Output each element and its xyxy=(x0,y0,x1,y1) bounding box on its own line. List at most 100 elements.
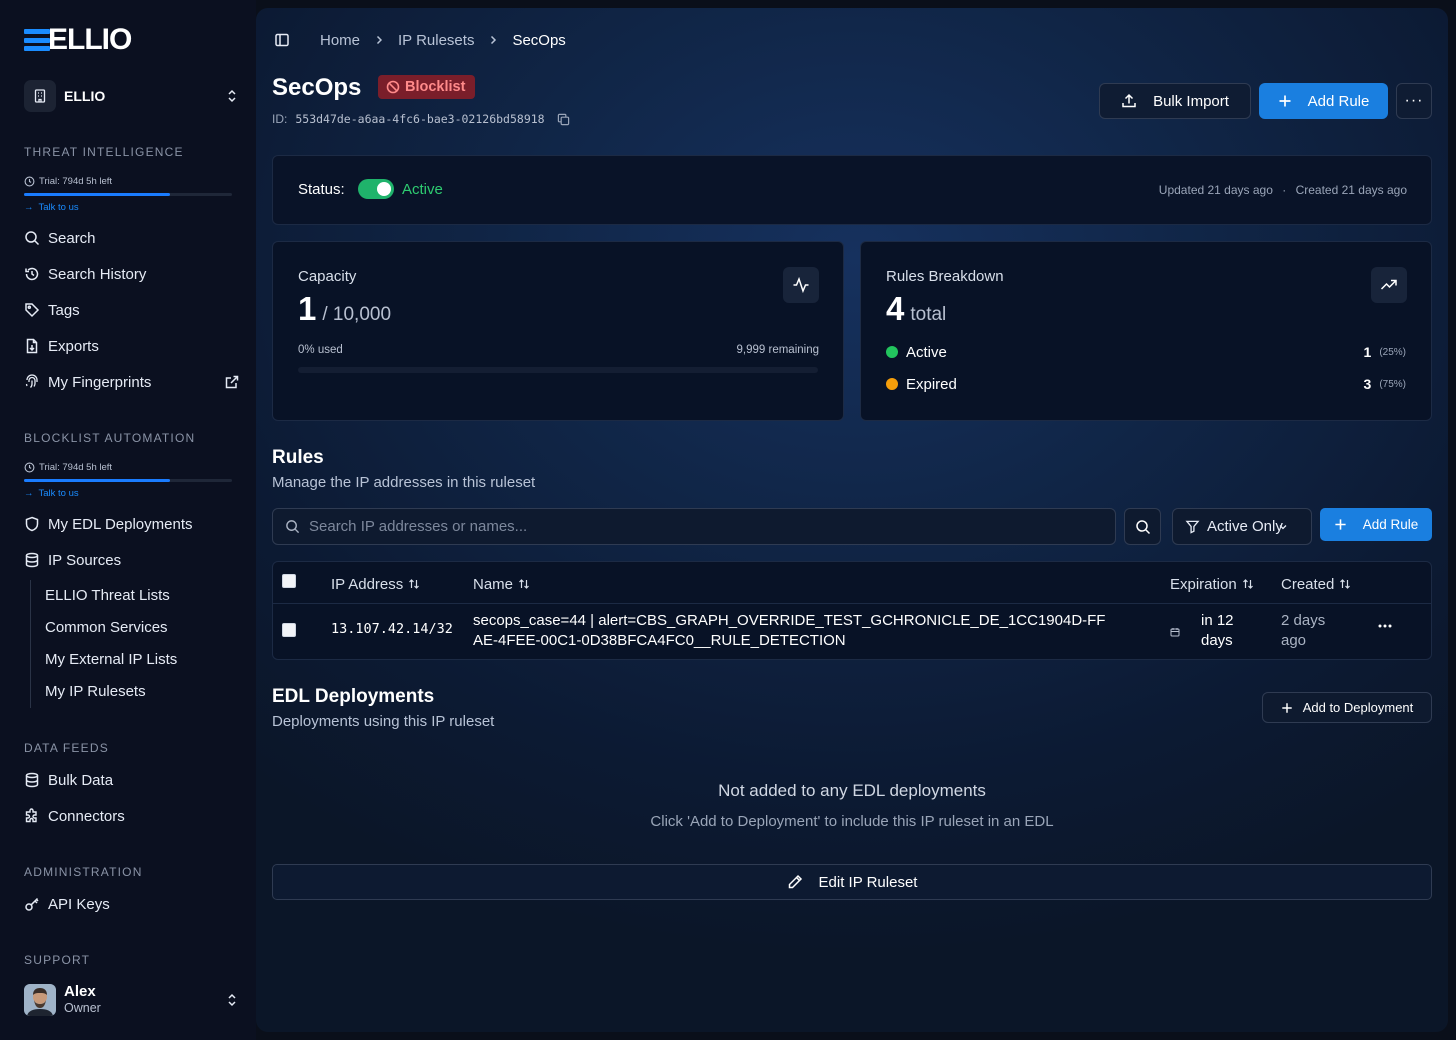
legend-expired: Expired 3 (75%) xyxy=(886,374,1406,394)
sidebar: ELLIO ELLIO THREAT INTELLIGENCE Trial: 7… xyxy=(0,0,256,1040)
trial-blocklist: Trial: 794d 5h left → Talk to us xyxy=(24,461,232,499)
chevron-down-icon xyxy=(1279,524,1287,529)
nav-search[interactable]: Search xyxy=(24,224,240,252)
submenu-line xyxy=(30,580,31,708)
search-icon xyxy=(24,230,40,246)
nav-connectors[interactable]: Connectors xyxy=(24,802,240,830)
nav-tags[interactable]: Tags xyxy=(24,296,240,324)
search-input[interactable] xyxy=(309,518,1089,535)
nav-api-keys[interactable]: API Keys xyxy=(24,890,240,918)
sidebar-toggle-icon[interactable] xyxy=(274,32,290,48)
arrow-right-icon: → xyxy=(24,487,34,499)
plus-icon xyxy=(1281,702,1292,713)
search-field[interactable] xyxy=(272,508,1116,545)
filter-icon xyxy=(1185,520,1200,534)
breadcrumb-ip-rulesets[interactable]: IP Rulesets xyxy=(398,32,474,49)
puzzle-icon xyxy=(24,808,40,824)
plus-icon xyxy=(1279,95,1291,107)
nav-search-history[interactable]: Search History xyxy=(24,260,240,288)
edl-empty-description: Click 'Add to Deployment' to include thi… xyxy=(650,813,1054,830)
fingerprint-icon xyxy=(24,374,40,390)
external-link-icon xyxy=(224,374,240,390)
chevron-updown-icon xyxy=(228,993,236,1007)
row-checkbox[interactable] xyxy=(282,623,296,637)
rules-breakdown-card: Rules Breakdown 4 total Active 1 (25%) E… xyxy=(860,241,1432,421)
search-button[interactable] xyxy=(1124,508,1161,545)
file-export-icon xyxy=(24,338,40,354)
capacity-count: 1 / 10,000 xyxy=(298,290,391,328)
expiration-line1: in 12 xyxy=(1201,612,1234,629)
section-data-feeds: DATA FEEDS xyxy=(24,741,109,755)
talk-to-us-link[interactable]: → Talk to us xyxy=(24,487,232,499)
add-rule-button[interactable]: Add Rule xyxy=(1259,83,1388,119)
legend-count: 1 xyxy=(1363,344,1372,360)
created-line2: ago xyxy=(1281,632,1307,649)
column-created[interactable]: Created xyxy=(1281,574,1351,594)
database-icon xyxy=(24,772,40,788)
nav-search-history-label: Search History xyxy=(48,265,147,283)
logo-text: ELLIO xyxy=(48,23,132,56)
edl-subtitle: Deployments using this IP ruleset xyxy=(272,713,495,730)
org-switcher[interactable]: ELLIO xyxy=(24,80,240,112)
capacity-remaining: 9,999 remaining xyxy=(736,344,819,356)
nav-common-services[interactable]: Common Services xyxy=(45,616,168,640)
chevron-right-icon xyxy=(488,35,498,45)
separator-dot: · xyxy=(1282,183,1287,197)
page-title: SecOps xyxy=(272,74,362,101)
history-icon xyxy=(24,266,40,282)
section-administration: ADMINISTRATION xyxy=(24,865,143,879)
nav-ellio-threat-lists[interactable]: ELLIO Threat Lists xyxy=(45,584,170,608)
row-ip-address: 13.107.42.14/32 xyxy=(331,621,453,637)
bulk-import-button[interactable]: Bulk Import xyxy=(1099,83,1251,119)
capacity-used: 1 xyxy=(298,290,317,327)
rules-title: Rules xyxy=(272,447,324,468)
user-menu[interactable]: Alex Owner xyxy=(24,984,240,1016)
clock-icon xyxy=(24,462,35,473)
sort-icon xyxy=(1242,579,1253,589)
column-name[interactable]: Name xyxy=(473,574,530,594)
more-options-button[interactable]: ··· xyxy=(1396,83,1432,119)
capacity-progress xyxy=(298,367,818,373)
main-content: Home IP Rulesets SecOps SecOps Blocklist… xyxy=(256,8,1448,1032)
breadcrumb-home[interactable]: Home xyxy=(320,32,360,49)
nav-bulk-data[interactable]: Bulk Data xyxy=(24,766,240,794)
row-actions-button[interactable] xyxy=(1378,624,1392,628)
select-all-checkbox[interactable] xyxy=(282,574,296,588)
status-filter-select[interactable]: Active Only xyxy=(1172,508,1312,545)
ban-icon xyxy=(386,80,400,94)
ellio-logo[interactable]: ELLIO xyxy=(24,23,132,56)
nav-my-fingerprints[interactable]: My Fingerprints xyxy=(24,368,240,396)
nav-tags-label: Tags xyxy=(48,301,80,319)
database-icon xyxy=(24,552,40,568)
nav-exports[interactable]: Exports xyxy=(24,332,240,360)
trial-text: Trial: 794d 5h left xyxy=(39,176,113,187)
capacity-title: Capacity xyxy=(298,268,357,285)
breakdown-title: Rules Breakdown xyxy=(886,268,1004,285)
chevron-updown-icon xyxy=(228,89,236,103)
column-expiration[interactable]: Expiration xyxy=(1170,574,1254,594)
status-toggle[interactable] xyxy=(358,179,394,199)
nav-my-ip-rulesets[interactable]: My IP Rulesets xyxy=(45,680,146,704)
created-text: Created 21 days ago xyxy=(1295,183,1407,197)
nav-my-external-ip-lists[interactable]: My External IP Lists xyxy=(45,648,177,672)
nav-my-edl-deployments[interactable]: My EDL Deployments xyxy=(24,510,240,538)
edit-ip-ruleset-button[interactable]: Edit IP Ruleset xyxy=(272,864,1432,900)
id-label: ID: xyxy=(272,112,288,126)
copy-icon[interactable] xyxy=(557,113,570,126)
status-meta: Updated 21 days ago · Created 21 days ag… xyxy=(1159,183,1407,197)
nav-api-keys-label: API Keys xyxy=(48,895,110,913)
building-icon xyxy=(24,80,56,112)
status-value: Active xyxy=(402,181,443,198)
upload-icon xyxy=(1122,93,1136,108)
add-to-deployment-button[interactable]: Add to Deployment xyxy=(1262,692,1432,723)
talk-to-us-link[interactable]: → Talk to us xyxy=(24,201,232,213)
capacity-used-pct: 0% used xyxy=(298,344,343,356)
legend-active: Active 1 (25%) xyxy=(886,342,1406,362)
search-icon xyxy=(286,520,300,534)
ellipsis-icon: ··· xyxy=(1404,92,1424,109)
key-icon xyxy=(24,896,40,912)
plus-icon xyxy=(1335,519,1346,530)
column-ip-address[interactable]: IP Address xyxy=(331,574,420,594)
nav-ip-sources[interactable]: IP Sources xyxy=(24,546,240,574)
add-rule-button-secondary[interactable]: Add Rule xyxy=(1320,508,1432,541)
